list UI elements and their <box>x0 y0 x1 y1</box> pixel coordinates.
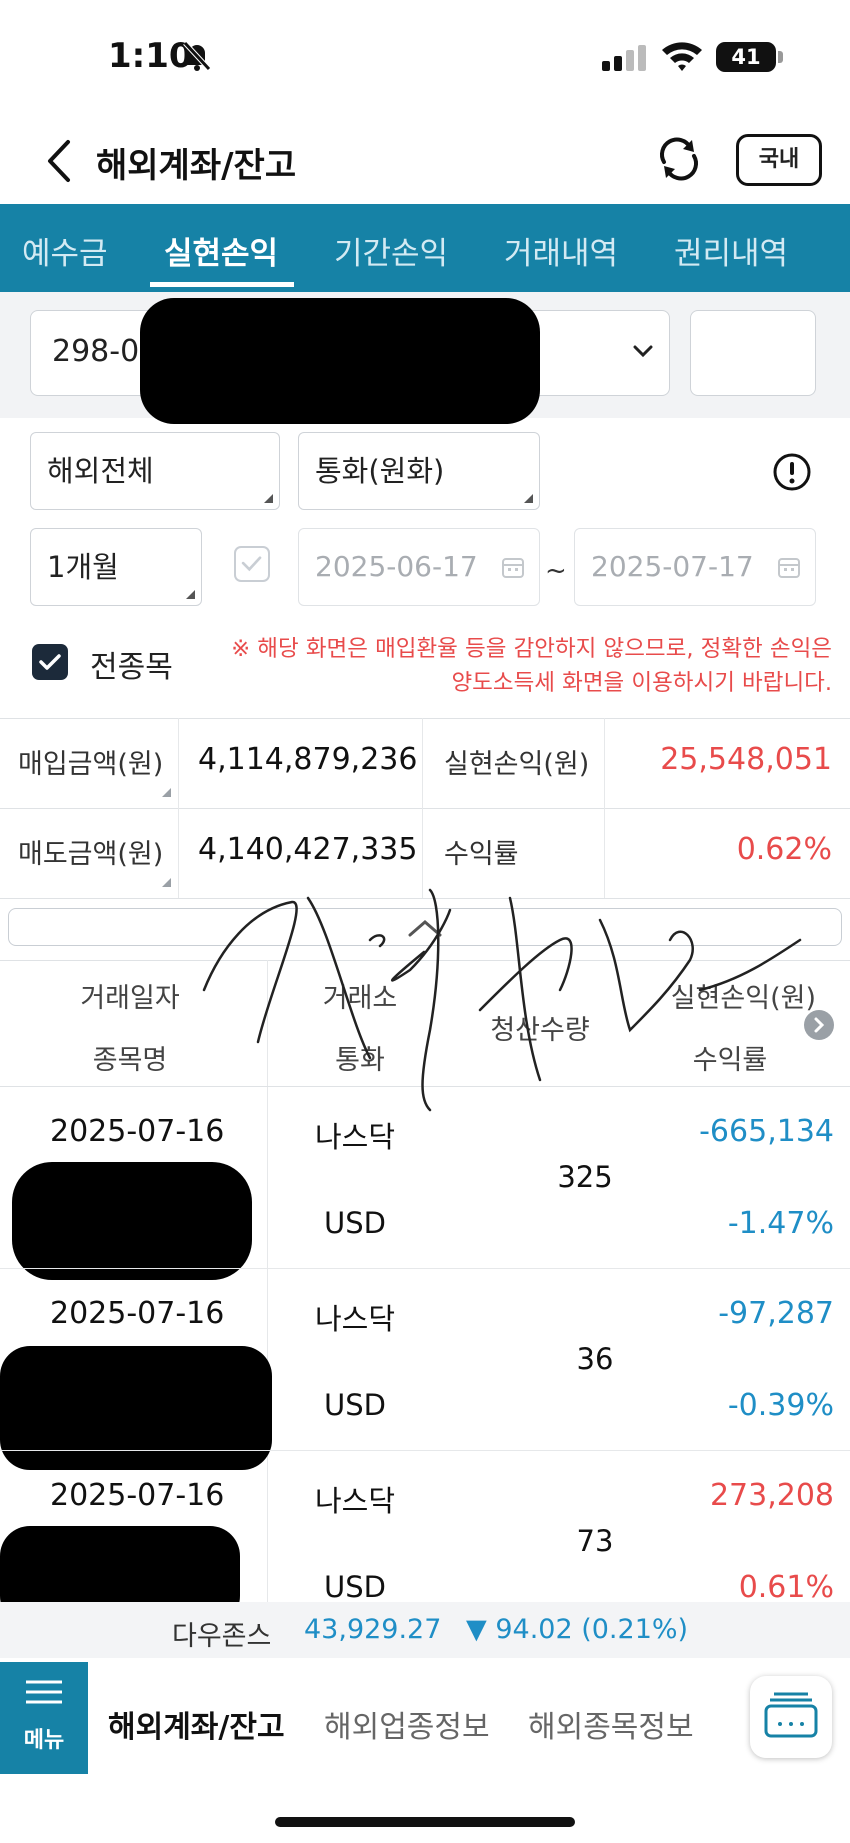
nav-overseas-account[interactable]: 해외계좌/잔고 <box>108 1702 285 1746</box>
dropdown-corner-icon <box>186 590 195 599</box>
dropdown-corner-icon <box>264 494 273 503</box>
back-arrow-icon[interactable] <box>44 138 74 184</box>
start-date-field[interactable]: 2025-06-17 <box>298 528 540 606</box>
date-range-separator: ~ <box>545 556 567 586</box>
sort-corner-icon <box>162 878 171 887</box>
tab-transactions[interactable]: 거래내역 <box>504 228 618 273</box>
divider <box>422 718 423 898</box>
check-icon <box>241 556 262 572</box>
market-select[interactable]: 해외전체 <box>30 432 280 510</box>
return-rate-label: 수익률 <box>444 839 519 870</box>
chevron-down-icon <box>633 345 653 358</box>
period-select[interactable]: 1개월 <box>30 528 202 606</box>
active-tab-indicator <box>150 282 294 287</box>
row-3-close-qty: 73 <box>576 1524 614 1558</box>
realized-pnl-value: 25,548,051 <box>660 742 832 777</box>
ticker-index-value: 43,929.27 <box>304 1614 442 1645</box>
row-3-realized-pnl: 273,208 <box>709 1478 834 1513</box>
divider <box>178 718 179 898</box>
row-1-close-qty: 325 <box>557 1160 613 1194</box>
hamburger-icon <box>26 1680 62 1704</box>
check-icon <box>39 654 61 670</box>
start-date-value: 2025-06-17 <box>315 550 478 583</box>
currency-select[interactable]: 통화(원화) <box>298 432 540 510</box>
redacted-account-number <box>140 298 540 424</box>
tab-deposit[interactable]: 예수금 <box>22 228 108 273</box>
ticker-index-name: 다우존스 <box>172 1621 272 1652</box>
end-date-field[interactable]: 2025-07-17 <box>574 528 816 606</box>
status-bar: 1:10 41 <box>0 0 850 110</box>
row-2-return-rate: -0.39% <box>727 1388 834 1423</box>
refresh-icon[interactable] <box>656 136 702 182</box>
row-1-realized-pnl: -665,134 <box>699 1114 834 1149</box>
row-2-close-qty: 36 <box>576 1342 614 1376</box>
row-3-return-rate: 0.61% <box>738 1570 834 1605</box>
row-2-currency: USD <box>324 1388 386 1422</box>
row-3-exchange: 나스닥 <box>314 1484 396 1518</box>
all-items-checkbox[interactable] <box>32 644 68 680</box>
nav-overseas-stock[interactable]: 해외종목정보 <box>528 1702 694 1746</box>
cellular-signal-icon <box>602 45 646 71</box>
notice-text: ※ 해당 화면은 매입환율 등을 감안하지 않으므로, 정확한 손익은 양도소득… <box>231 636 832 696</box>
calendar-icon <box>502 558 524 578</box>
keyboard-icon <box>764 1692 818 1738</box>
divider <box>0 1450 850 1451</box>
nav-overseas-sector[interactable]: 해외업종정보 <box>324 1702 490 1746</box>
page-title: 해외계좌/잔고 <box>96 146 297 186</box>
market-select-value: 해외전체 <box>47 454 154 488</box>
period-select-value: 1개월 <box>47 550 119 584</box>
currency-select-value: 통화(원화) <box>315 454 445 488</box>
row-2-exchange: 나스닥 <box>314 1302 396 1336</box>
end-date-value: 2025-07-17 <box>591 550 754 583</box>
row-2-date: 2025-07-16 <box>50 1296 225 1331</box>
return-rate-value: 0.62% <box>736 832 832 867</box>
menu-button[interactable] <box>0 1662 88 1774</box>
row-1-return-rate: -1.47% <box>727 1206 834 1241</box>
ticker-index-change: ▼ 94.02 (0.21%) <box>466 1614 689 1645</box>
row-1-exchange: 나스닥 <box>314 1120 396 1154</box>
row-3-currency: USD <box>324 1570 386 1604</box>
sell-amount-label: 매도금액(원) <box>18 839 164 870</box>
battery-tip <box>778 51 783 63</box>
buy-amount-value: 4,114,879,236 <box>198 742 418 777</box>
account-number: 298-0 <box>52 334 140 369</box>
divider <box>0 718 850 719</box>
divider <box>0 808 850 809</box>
divider <box>0 1268 850 1269</box>
sort-corner-icon <box>162 788 171 797</box>
sell-amount-value: 4,140,427,335 <box>198 832 418 867</box>
wifi-icon <box>662 42 702 71</box>
bell-muted-icon <box>183 41 211 71</box>
row-1-date: 2025-07-16 <box>50 1114 225 1149</box>
battery-indicator: 41 <box>716 42 776 72</box>
tab-rights[interactable]: 권리내역 <box>674 228 788 273</box>
keypad-button[interactable] <box>750 1676 832 1758</box>
calendar-icon <box>778 558 800 578</box>
redacted-item-name <box>0 1346 272 1470</box>
row-3-date: 2025-07-16 <box>50 1478 225 1513</box>
tab-period-pnl[interactable]: 기간손익 <box>334 228 448 273</box>
tab-realized-pnl[interactable]: 실현손익 <box>164 228 278 273</box>
menu-label: 메뉴 <box>23 1728 65 1753</box>
redacted-item-name <box>12 1162 252 1280</box>
all-items-label: 전종목 <box>90 650 173 685</box>
buy-amount-label: 매입금액(원) <box>18 749 164 780</box>
home-indicator <box>275 1817 575 1827</box>
password-field[interactable] <box>690 310 816 396</box>
domestic-toggle-button[interactable]: 국내 <box>736 134 822 186</box>
date-range-checkbox[interactable] <box>234 546 270 582</box>
dropdown-corner-icon <box>524 494 533 503</box>
info-icon[interactable] <box>772 452 812 492</box>
row-2-realized-pnl: -97,287 <box>718 1296 834 1331</box>
row-1-currency: USD <box>324 1206 386 1240</box>
